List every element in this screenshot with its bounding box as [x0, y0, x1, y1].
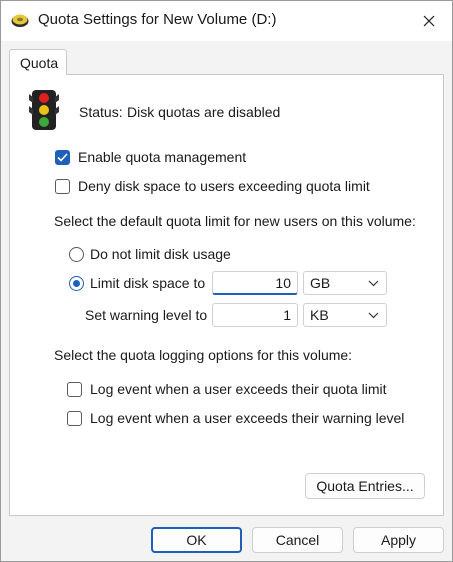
deny-space-label: Deny disk space to users exceeding quota…	[78, 178, 370, 194]
log-warning-label: Log event when a user exceeds their warn…	[90, 410, 405, 426]
drive-icon	[11, 14, 29, 27]
deny-space-checkbox-row[interactable]: Deny disk space to users exceeding quota…	[55, 178, 370, 194]
close-icon	[423, 15, 435, 27]
ok-button[interactable]: OK	[151, 527, 242, 553]
status-value: Disk quotas are disabled	[127, 104, 281, 120]
quota-entries-button[interactable]: Quota Entries...	[305, 473, 425, 499]
enable-quota-checkbox-row[interactable]: Enable quota management	[55, 149, 246, 165]
enable-quota-checkbox[interactable]	[55, 149, 70, 165]
quota-tab-panel	[9, 74, 444, 516]
no-limit-label: Do not limit disk usage	[90, 246, 231, 262]
window-title: Quota Settings for New Volume (D:)	[38, 11, 277, 28]
chevron-down-icon	[368, 280, 379, 287]
traffic-light-icon	[29, 90, 59, 130]
checkmark-icon	[57, 152, 68, 162]
status-label: Status:	[79, 104, 123, 120]
apply-button[interactable]: Apply	[353, 527, 444, 553]
tab-quota[interactable]: Quota	[9, 49, 67, 75]
default-limit-heading: Select the default quota limit for new u…	[54, 213, 416, 229]
deny-space-checkbox[interactable]	[55, 178, 70, 194]
log-limit-checkbox-row[interactable]: Log event when a user exceeds their quot…	[67, 381, 387, 397]
warning-unit-value: KB	[310, 307, 329, 323]
enable-quota-label: Enable quota management	[78, 149, 247, 165]
chevron-down-icon	[368, 312, 379, 319]
limit-radio[interactable]	[69, 275, 84, 291]
no-limit-radio-row[interactable]: Do not limit disk usage	[69, 246, 231, 262]
log-warning-checkbox[interactable]	[67, 410, 82, 426]
cancel-button[interactable]: Cancel	[252, 527, 343, 553]
logging-heading: Select the quota logging options for thi…	[54, 347, 353, 363]
log-limit-label: Log event when a user exceeds their quot…	[90, 381, 387, 397]
no-limit-radio[interactable]	[69, 246, 84, 262]
close-button[interactable]	[406, 1, 452, 41]
title-bar: Quota Settings for New Volume (D:)	[1, 1, 452, 41]
limit-radio-row[interactable]: Limit disk space to	[69, 275, 205, 291]
limit-unit-select[interactable]: GB	[303, 271, 387, 295]
log-limit-checkbox[interactable]	[67, 381, 82, 397]
limit-value-input[interactable]: 10	[212, 271, 298, 295]
warning-label: Set warning level to	[85, 307, 208, 323]
warning-unit-select[interactable]: KB	[303, 303, 387, 327]
quota-settings-dialog: Quota Settings for New Volume (D:) Quota…	[0, 0, 453, 562]
limit-label: Limit disk space to	[90, 275, 206, 291]
log-warning-checkbox-row[interactable]: Log event when a user exceeds their warn…	[67, 410, 404, 426]
warning-value-input[interactable]: 1	[212, 303, 298, 327]
limit-unit-value: GB	[310, 275, 331, 291]
